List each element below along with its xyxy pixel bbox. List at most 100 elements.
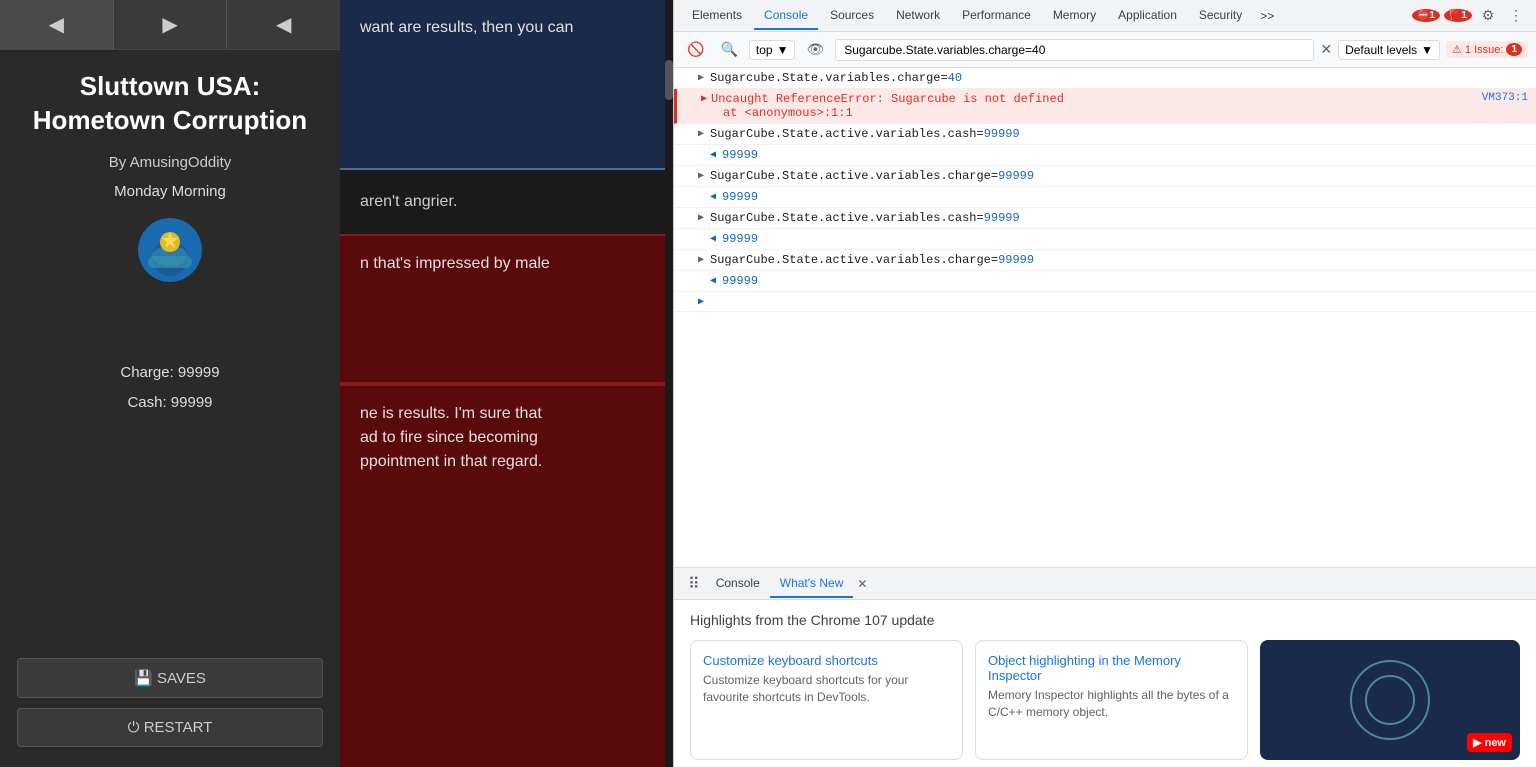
result-text: 99999 [722, 232, 1528, 246]
scrollbar-thumb[interactable] [665, 60, 673, 100]
highlight-card-1-desc: Memory Inspector highlights all the byte… [988, 687, 1235, 721]
tab-sources[interactable]: Sources [820, 2, 884, 30]
highlight-card-0-desc: Customize keyboard shortcuts for your fa… [703, 672, 950, 706]
result-text: 99999 [722, 274, 1528, 288]
log-text: SugarCube.State.active.variables.charge=… [710, 253, 1528, 267]
log-text: SugarCube.State.active.variables.charge=… [710, 169, 1528, 183]
context-selector[interactable]: top ▼ [749, 40, 796, 60]
passage-blue: want are results, then you can [340, 0, 665, 170]
chapter: Monday Morning [106, 179, 234, 210]
video-circle-outer [1350, 660, 1430, 740]
more-tabs-button[interactable]: >> [1254, 5, 1280, 27]
context-arrow-icon: ▼ [777, 43, 789, 57]
tab-performance[interactable]: Performance [952, 2, 1041, 30]
console-filter-input[interactable] [835, 39, 1314, 61]
highlight-card-1-title: Object highlighting in the Memory Inspec… [988, 653, 1235, 683]
devtools-tabs: Elements Console Sources Network Perform… [674, 0, 1536, 32]
log-entry-4[interactable]: ▶ SugarCube.State.active.variables.charg… [674, 166, 1536, 187]
devtools-bottom-panel: ⠿ Console What's New ✕ Highlights from t… [674, 567, 1536, 767]
youtube-icon: ▶ [1473, 736, 1481, 749]
levels-selector[interactable]: Default levels ▼ [1338, 40, 1440, 60]
filter-button[interactable]: 🔍 [715, 38, 742, 61]
error-text: Uncaught ReferenceError: Sugarcube is no… [711, 92, 1482, 120]
context-label: top [756, 43, 773, 57]
log-entry-6[interactable]: ▶ SugarCube.State.active.variables.cash=… [674, 208, 1536, 229]
bottom-content: Highlights from the Chrome 107 update Cu… [674, 600, 1536, 767]
settings-icon[interactable]: ⚙ [1476, 4, 1500, 28]
log-entry-expand[interactable]: ▶ [674, 292, 1536, 312]
back-button[interactable]: ◀ [0, 0, 114, 49]
drag-handle-icon[interactable]: ⠿ [682, 570, 706, 598]
forward-button[interactable]: ▶ [114, 0, 228, 49]
tab-console[interactable]: Console [754, 2, 818, 30]
result-arrow-icon[interactable]: ◀ [710, 274, 716, 287]
tab-memory[interactable]: Memory [1043, 2, 1106, 30]
restart-button[interactable]: ⏻ RESTART [17, 708, 323, 747]
clear-console-button[interactable]: 🚫 [682, 38, 709, 61]
devtools-panel: Elements Console Sources Network Perform… [673, 0, 1536, 767]
error-badge: ⛔1 [1412, 9, 1440, 22]
result-arrow-icon[interactable]: ◀ [710, 190, 716, 203]
log-entry-error[interactable]: ▶ Uncaught ReferenceError: Sugarcube is … [674, 89, 1536, 124]
clear-filter-button[interactable]: ✕ [1320, 41, 1332, 58]
expand-arrow-icon[interactable]: ▶ [698, 295, 704, 308]
arrow-icon[interactable]: ▶ [698, 253, 704, 266]
eye-icon[interactable]: 👁 [801, 38, 829, 61]
highlight-card-0[interactable]: Customize keyboard shortcuts Customize k… [690, 640, 963, 760]
cash-stat: Cash: 99999 [120, 388, 219, 418]
passage-blue-text: want are results, then you can [360, 19, 573, 36]
tab-elements[interactable]: Elements [682, 2, 752, 30]
passage-red-lower-text: ne is results. I'm sure that ad to fire … [360, 405, 542, 470]
log-code: Sugarcube.State.variables.charge=40 [710, 71, 962, 85]
log-entry-result-9[interactable]: ◀ 99999 [674, 271, 1536, 292]
saves-button[interactable]: 💾 SAVES [17, 658, 323, 698]
highlight-card-1[interactable]: Object highlighting in the Memory Inspec… [975, 640, 1248, 760]
tab-security[interactable]: Security [1189, 2, 1252, 30]
charge-stat: Charge: 99999 [120, 358, 219, 388]
issues-icon: ⚠ [1452, 43, 1462, 56]
bottom-tab-console[interactable]: Console [706, 570, 770, 598]
issues-label: 1 Issue: [1465, 44, 1504, 56]
scene-icon [138, 218, 202, 282]
highlight-video[interactable]: ▶ new [1260, 640, 1520, 760]
log-text: Sugarcube.State.variables.charge=40 [710, 71, 1528, 85]
close-tab-button[interactable]: ✕ [853, 575, 871, 593]
menu-button[interactable]: ◀ [227, 0, 340, 49]
levels-arrow-icon: ▼ [1421, 43, 1433, 57]
highlights-grid: Customize keyboard shortcuts Customize k… [690, 640, 1520, 760]
tab-network[interactable]: Network [886, 2, 950, 30]
devtools-icons: ⛔1 🚩1 ⚙ ⋮ [1412, 4, 1528, 28]
highlights-title: Highlights from the Chrome 107 update [690, 612, 1520, 628]
arrow-icon[interactable]: ▶ [698, 127, 704, 140]
log-location[interactable]: VM373:1 [1482, 92, 1528, 104]
log-entry-result-3[interactable]: ◀ 99999 [674, 145, 1536, 166]
log-entry-result-5[interactable]: ◀ 99999 [674, 187, 1536, 208]
passage-red-text: n that's impressed by male [360, 255, 550, 272]
log-entry-0[interactable]: ▶ Sugarcube.State.variables.charge=40 [674, 68, 1536, 89]
issues-badge: ⚠ 1 Issue: 1 [1446, 41, 1528, 58]
warning-badge: 🚩1 [1444, 9, 1472, 22]
arrow-icon[interactable]: ▶ [698, 71, 704, 84]
highlight-card-0-title: Customize keyboard shortcuts [703, 653, 950, 668]
log-entry-2[interactable]: ▶ SugarCube.State.active.variables.cash=… [674, 124, 1536, 145]
stats: Charge: 99999 Cash: 99999 [120, 298, 219, 438]
log-entry-8[interactable]: ▶ SugarCube.State.active.variables.charg… [674, 250, 1536, 271]
nav-buttons: ◀ ▶ ◀ [0, 0, 340, 50]
result-arrow-icon[interactable]: ◀ [710, 232, 716, 245]
sidebar: ◀ ▶ ◀ Sluttown USA: Hometown Corruption … [0, 0, 340, 767]
passage-red-lower: ne is results. I'm sure that ad to fire … [340, 384, 665, 767]
dots-icon[interactable]: ⋮ [1504, 4, 1528, 28]
game-content: want are results, then you can aren't an… [340, 0, 665, 767]
console-log[interactable]: ▶ Sugarcube.State.variables.charge=40 ▶ … [674, 68, 1536, 567]
new-label: new [1485, 737, 1506, 749]
result-text: 99999 [722, 148, 1528, 162]
arrow-icon[interactable]: ▶ [698, 211, 704, 224]
bottom-tabs: ⠿ Console What's New ✕ [674, 568, 1536, 600]
scrollbar[interactable] [665, 0, 673, 767]
arrow-icon[interactable]: ▶ [698, 169, 704, 182]
log-entry-result-7[interactable]: ◀ 99999 [674, 229, 1536, 250]
tab-application[interactable]: Application [1108, 2, 1187, 30]
bottom-tab-whatsnew[interactable]: What's New [770, 570, 854, 598]
result-arrow-icon[interactable]: ◀ [710, 148, 716, 161]
error-icon[interactable]: ▶ [701, 92, 707, 105]
